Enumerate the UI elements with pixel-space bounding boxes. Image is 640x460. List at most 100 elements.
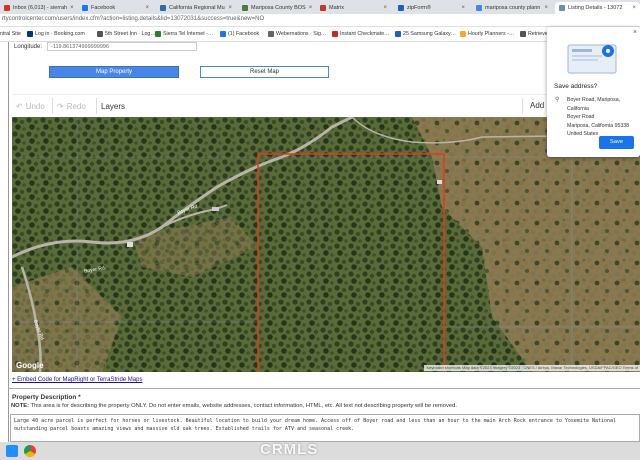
property-description-textarea[interactable]: Large 40 acre parcel is perfect for hors…: [10, 414, 640, 442]
bookmarks-bar: ntral Site Log in · Booking.com 5th Stre…: [0, 27, 640, 42]
bookmark-item[interactable]: Webernations · Sig…: [268, 31, 326, 37]
tab-zipform[interactable]: zipForm® ×: [394, 2, 469, 14]
popup-title: Save address?: [554, 83, 598, 90]
map-pin-illustration-icon: [567, 44, 617, 74]
taskbar: [0, 442, 640, 460]
bookmark-item[interactable]: Log in · Booking.com: [27, 31, 85, 37]
save-address-popup: × Save address? ⚲ Boyer Road, Mariposa, …: [547, 27, 640, 157]
chrome-icon[interactable]: [24, 445, 36, 457]
page-icon: [395, 31, 401, 37]
bookmark-item[interactable]: 5th Street Inn · Log…: [97, 31, 156, 37]
address-line: Mariposa, California 95338: [567, 122, 629, 129]
site-icon: [559, 5, 565, 11]
bookmark-item[interactable]: 25 Samsung Galaxy…: [395, 31, 456, 37]
google-icon: [476, 5, 482, 11]
embed-code-link[interactable]: + Embed Code for MapRight or TerraStride…: [12, 377, 142, 383]
save-button[interactable]: Save: [599, 136, 634, 149]
close-icon[interactable]: ×: [544, 5, 548, 11]
booking-icon: [27, 31, 33, 37]
address-line: Boyer Road, Mariposa, California: [567, 97, 621, 112]
textarea-line: outstanding parcel boasts amazing views …: [14, 426, 355, 432]
crmls-watermark: CRMLS: [260, 441, 319, 458]
redo-label: Redo: [66, 102, 86, 111]
divider: [52, 98, 53, 114]
close-icon[interactable]: ×: [632, 5, 636, 11]
tab-label: zipForm®: [407, 5, 431, 11]
close-icon[interactable]: ×: [383, 5, 387, 11]
facebook-icon: [220, 31, 226, 37]
bookmark-label: 5th Street Inn · Log…: [105, 31, 156, 37]
map-attribution[interactable]: Keyboard shortcuts Map data ©2023 Imager…: [424, 365, 640, 371]
bookmark-label: Instant Checkmate…: [340, 31, 390, 37]
tab-label: California Regional Mu: [169, 5, 225, 11]
matrix-icon: [320, 5, 326, 11]
reset-map-button[interactable]: Reset Map: [200, 66, 329, 78]
tab-listing-details[interactable]: Listing Details - 13072 ×: [555, 2, 640, 14]
bookmark-label: ntral Site: [0, 31, 21, 37]
textarea-line: Large 40 acre parcel is perfect for hors…: [14, 418, 617, 424]
bookmark-label: Log in · Booking.com: [35, 31, 85, 37]
google-logo: Google: [16, 361, 44, 370]
bookmark-item[interactable]: ntral Site: [0, 31, 21, 37]
popup-address: Boyer Road, Mariposa, California Boyer R…: [567, 96, 640, 139]
tab-label: Mariposa County BOS: [251, 5, 306, 11]
divider: [8, 42, 9, 442]
zipform-icon: [398, 5, 404, 11]
bookmark-item[interactable]: Hourly Planners -…: [460, 31, 514, 37]
tab-california-regional[interactable]: California Regional Mu ×: [156, 2, 236, 14]
address-line: Boyer Road: [567, 114, 595, 120]
gmail-icon: [4, 5, 10, 11]
tab-gmail-inbox[interactable]: Inbox (6,013) - sierrah ×: [0, 2, 75, 14]
undo-button[interactable]: ↶ Undo: [16, 102, 45, 111]
close-icon[interactable]: ×: [633, 29, 637, 36]
location-pin-icon: ⚲: [555, 97, 560, 103]
tab-mariposa-planning[interactable]: mariposa county plann ×: [472, 2, 552, 14]
longitude-input[interactable]: -119.861374999999996: [47, 42, 197, 51]
divider: [522, 98, 523, 114]
close-icon[interactable]: ×: [70, 5, 74, 11]
close-icon[interactable]: ×: [461, 5, 465, 11]
page-icon: [520, 31, 526, 37]
facebook-icon: [82, 5, 88, 11]
bookmark-label: (1) Facebook: [228, 31, 260, 37]
page-icon: [268, 31, 274, 37]
map-imagery: [12, 117, 640, 372]
bookmark-label: Webernations · Sig…: [276, 31, 327, 37]
tab-mariposa-bos[interactable]: Mariposa County BOS ×: [238, 2, 313, 14]
undo-icon: ↶: [16, 102, 23, 111]
divider: [8, 388, 640, 389]
satellite-map[interactable]: Boyer Rd Boyer Rd Boyer Rd Google Keyboa…: [12, 117, 640, 372]
redo-button[interactable]: ↷ Redo: [57, 102, 86, 111]
redo-icon: ↷: [57, 102, 64, 111]
close-icon[interactable]: ×: [145, 5, 149, 11]
windows-start-icon[interactable]: [6, 445, 18, 457]
tab-facebook[interactable]: Facebook ×: [78, 2, 153, 14]
bookmark-label: Hourly Planners -…: [468, 31, 515, 37]
tab-label: Listing Details - 13072: [568, 5, 623, 11]
tab-label: Inbox (6,013) - sierrah: [13, 5, 68, 11]
bookmark-item[interactable]: Instant Checkmate…: [332, 31, 389, 37]
bookmark-label: Sierra Tel Internet -…: [163, 31, 214, 37]
tab-matrix[interactable]: Matrix ×: [316, 2, 391, 14]
longitude-label: Longitude:: [14, 44, 43, 50]
bookmark-item[interactable]: (1) Facebook: [220, 31, 259, 37]
bookmark-item[interactable]: Sierra Tel Internet -…: [155, 31, 213, 37]
page-icon: [332, 31, 338, 37]
note-bold: NOTE:: [11, 403, 30, 409]
map-property-button[interactable]: Map Property: [49, 66, 179, 78]
tab-label: Matrix: [329, 5, 344, 11]
description-note: NOTE: This area is for describing the pr…: [11, 403, 457, 409]
divider: [96, 98, 97, 114]
map-toolbar: ↶ Undo ↷ Redo Layers: [12, 94, 552, 117]
layers-button[interactable]: Layers: [101, 102, 125, 111]
close-icon[interactable]: ×: [309, 5, 313, 11]
undo-label: Undo: [25, 102, 45, 111]
page-content: Longitude: -119.861374999999996 Map Prop…: [0, 42, 640, 442]
page-icon: [97, 31, 103, 37]
property-description-title: Property Description *: [12, 394, 81, 401]
layers-label: Layers: [101, 102, 126, 111]
bookmark-item[interactable]: Retrieve: [520, 31, 548, 37]
close-icon[interactable]: ×: [228, 5, 232, 11]
address-bar[interactable]: rtycontrolcenter.com/users/index.cfm?act…: [0, 14, 640, 27]
page-icon: [155, 31, 161, 37]
